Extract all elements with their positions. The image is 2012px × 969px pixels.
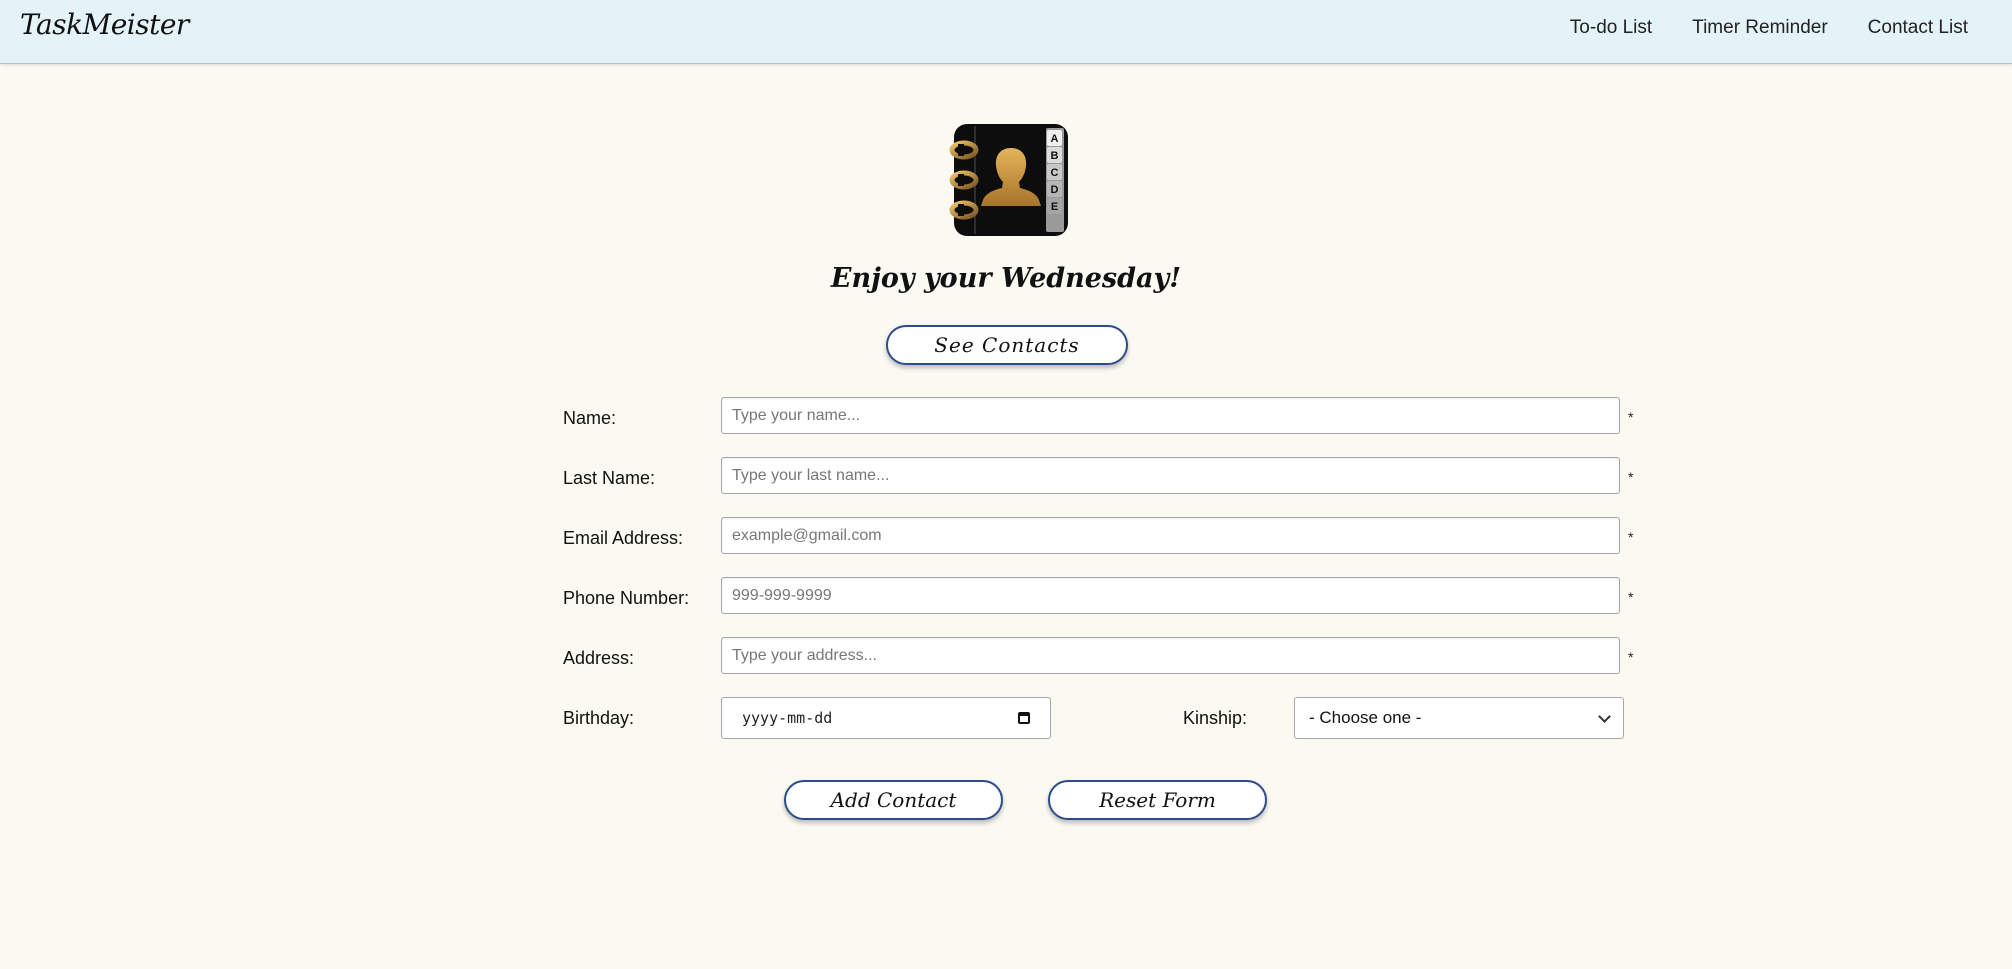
nav-link-timer-reminder[interactable]: Timer Reminder [1692, 17, 1828, 39]
nav-link-todo-list[interactable]: To-do List [1570, 17, 1652, 39]
add-contact-button[interactable]: Add Contact [784, 780, 1003, 820]
greeting-heading: Enjoy your Wednesday! [830, 263, 1182, 294]
birthday-date-placeholder: yyyy-mm-dd [742, 709, 833, 727]
address-label: Address: [563, 648, 635, 668]
required-marker: * [1628, 529, 1634, 545]
phone-input[interactable] [721, 577, 1620, 614]
calendar-icon[interactable] [1018, 712, 1030, 724]
phone-label: Phone Number: [563, 588, 690, 608]
brand-logo[interactable]: TaskMeister [20, 8, 189, 41]
logo-tab-letter: E [1051, 201, 1058, 213]
address-book-icon: A B C D E [949, 124, 1068, 236]
nav-link-contact-list[interactable]: Contact List [1868, 17, 1968, 39]
name-input[interactable] [721, 397, 1620, 434]
kinship-label: Kinship: [1183, 708, 1248, 728]
address-input[interactable] [721, 637, 1620, 674]
see-contacts-button[interactable]: See Contacts [886, 325, 1128, 365]
chevron-down-icon [1598, 709, 1611, 723]
last-name-label: Last Name: [563, 468, 656, 488]
logo-tab-letter: D [1051, 184, 1059, 196]
logo-tab-letter: C [1051, 167, 1059, 179]
reset-form-button[interactable]: Reset Form [1048, 780, 1267, 820]
birthday-label: Birthday: [563, 708, 635, 728]
required-marker: * [1628, 409, 1634, 425]
nav-links: To-do List Timer Reminder Contact List [1570, 17, 1968, 39]
required-marker: * [1628, 589, 1634, 605]
required-marker: * [1628, 469, 1634, 485]
kinship-selected-value: - Choose one - [1309, 708, 1422, 727]
email-label: Email Address: [563, 528, 684, 548]
navbar: TaskMeister To-do List Timer Reminder Co… [0, 0, 2012, 64]
last-name-input[interactable] [721, 457, 1620, 494]
birthday-date-input[interactable]: yyyy-mm-dd [721, 697, 1051, 739]
name-label: Name: [563, 408, 617, 428]
kinship-select[interactable]: - Choose one - [1294, 697, 1624, 739]
email-input[interactable] [721, 517, 1620, 554]
required-marker: * [1628, 649, 1634, 665]
logo-tab-letter: B [1051, 150, 1059, 162]
logo-tab-letter: A [1051, 133, 1059, 145]
